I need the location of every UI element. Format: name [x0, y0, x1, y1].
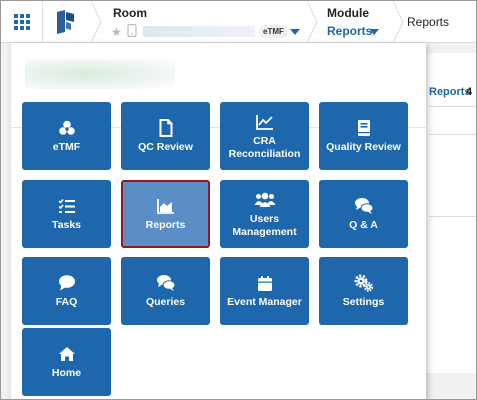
- calendar-icon: [257, 275, 272, 291]
- module-tile-label: CRA Reconciliation: [228, 134, 301, 160]
- room-type-badge: eTMF: [259, 25, 288, 38]
- biohazard-icon: [58, 120, 75, 135]
- module-tile-event-manager[interactable]: Event Manager: [220, 257, 309, 325]
- breadcrumb-separator: [392, 1, 404, 43]
- module-tile-q-and-a[interactable]: Q & A: [319, 180, 408, 248]
- line-chart-icon: [255, 114, 273, 130]
- task-list-icon: [57, 198, 75, 213]
- comments-icon: [354, 198, 373, 214]
- mobile-icon: [127, 24, 137, 37]
- module-tile-quality-review[interactable]: Quality Review: [319, 102, 408, 170]
- module-tile-faq[interactable]: FAQ: [22, 257, 111, 325]
- room-name-redacted: [143, 26, 255, 37]
- background-reports-count: 4: [466, 86, 473, 98]
- module-tile-label: eTMF: [52, 141, 81, 153]
- module-value[interactable]: Reports: [327, 24, 372, 38]
- divider: [429, 106, 476, 107]
- module-tile-tasks[interactable]: Tasks: [22, 180, 111, 248]
- app-window: Reports 4 Room ★ eTMF Module Reports Rep…: [0, 0, 477, 400]
- module-tile-label: Tasks: [52, 219, 81, 231]
- module-tile-home[interactable]: Home: [22, 328, 111, 396]
- module-tile-label: Reports: [145, 219, 186, 231]
- module-tile-cra-reconciliation[interactable]: CRA Reconciliation: [220, 102, 309, 170]
- module-tile-label: Home: [51, 367, 82, 379]
- module-tile-etmf[interactable]: eTMF: [22, 102, 111, 170]
- comment-icon: [58, 275, 75, 291]
- comments-icon: [156, 275, 175, 291]
- background-reports-link[interactable]: Reports: [429, 86, 471, 98]
- module-tile-reports[interactable]: Reports: [121, 180, 210, 248]
- module-tile-label: Queries: [145, 296, 186, 308]
- module-tile-label: FAQ: [55, 296, 78, 308]
- room-logo-redacted: [25, 59, 175, 89]
- breadcrumb-separator: [306, 1, 318, 43]
- background-content-panel: [426, 53, 476, 373]
- module-tile-settings[interactable]: Settings: [319, 257, 408, 325]
- divider: [429, 216, 476, 217]
- room-selector[interactable]: Room ★ eTMF: [109, 6, 309, 40]
- divider: [429, 134, 476, 135]
- chevron-down-icon[interactable]: [290, 29, 300, 35]
- module-selector[interactable]: Module Reports: [327, 6, 397, 40]
- book-icon: [357, 120, 370, 136]
- module-tile-label: Users Management: [232, 212, 297, 238]
- module-tile-qc-review[interactable]: QC Review: [121, 102, 210, 170]
- module-tile-label: Quality Review: [326, 141, 401, 153]
- grid-icon: [13, 14, 30, 30]
- module-tile-queries[interactable]: Queries: [121, 257, 210, 325]
- module-tile-users-management[interactable]: Users Management: [220, 180, 309, 248]
- home-icon: [58, 347, 75, 361]
- cogs-icon: [354, 274, 373, 292]
- top-bar: Room ★ eTMF Module Reports Reports: [1, 1, 476, 43]
- app-launcher-button[interactable]: [1, 1, 43, 43]
- star-icon[interactable]: ★: [111, 26, 122, 38]
- chevron-down-icon[interactable]: [369, 29, 379, 35]
- module-tile-label: Q & A: [349, 219, 378, 231]
- document-icon: [159, 119, 172, 137]
- module-title: Module: [327, 6, 369, 20]
- module-tile-label: Event Manager: [227, 296, 302, 308]
- room-title: Room: [113, 6, 147, 20]
- module-menu-dropdown: eTMF QC Review CRA Reconciliation Qualit…: [11, 43, 426, 399]
- area-chart-icon: [156, 199, 174, 214]
- users-icon: [254, 192, 275, 207]
- company-logo[interactable]: [51, 8, 81, 36]
- module-tile-label: Settings: [342, 296, 385, 308]
- module-tile-label: QC Review: [138, 141, 193, 153]
- breadcrumb-separator: [90, 1, 102, 43]
- breadcrumb-current-page: Reports: [407, 15, 450, 29]
